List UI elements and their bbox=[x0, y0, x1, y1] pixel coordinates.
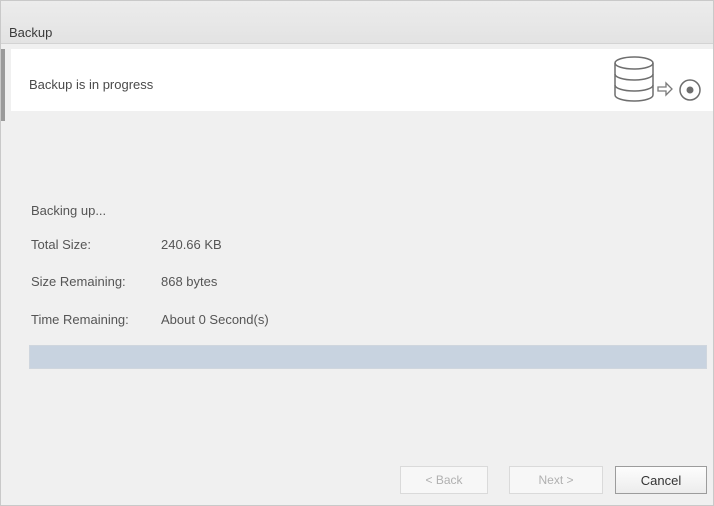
time-remaining-value: About 0 Second(s) bbox=[161, 312, 269, 327]
total-size-label: Total Size: bbox=[31, 237, 91, 252]
header-panel: Backup is in progress bbox=[11, 49, 713, 111]
progress-fill bbox=[30, 346, 706, 368]
time-remaining-label: Time Remaining: bbox=[31, 312, 129, 327]
back-button[interactable]: < Back bbox=[400, 466, 488, 494]
arrow-right-icon bbox=[657, 81, 673, 97]
total-size-value: 240.66 KB bbox=[161, 237, 222, 252]
backup-dialog: Backup Backup is in progress Backing up.… bbox=[0, 0, 714, 506]
size-remaining-value: 868 bytes bbox=[161, 274, 218, 289]
left-edge-handle bbox=[1, 49, 5, 121]
window-title: Backup bbox=[9, 25, 53, 40]
title-bar[interactable]: Backup bbox=[1, 1, 713, 44]
cancel-button[interactable]: Cancel bbox=[615, 466, 707, 494]
header-icons bbox=[601, 52, 711, 108]
header-message: Backup is in progress bbox=[29, 77, 154, 92]
status-action-text: Backing up... bbox=[31, 203, 107, 218]
database-icon bbox=[614, 56, 654, 102]
next-button[interactable]: Next > bbox=[509, 466, 603, 494]
size-remaining-label: Size Remaining: bbox=[31, 274, 126, 289]
backup-progress-bar bbox=[29, 345, 707, 369]
target-icon bbox=[679, 79, 701, 101]
